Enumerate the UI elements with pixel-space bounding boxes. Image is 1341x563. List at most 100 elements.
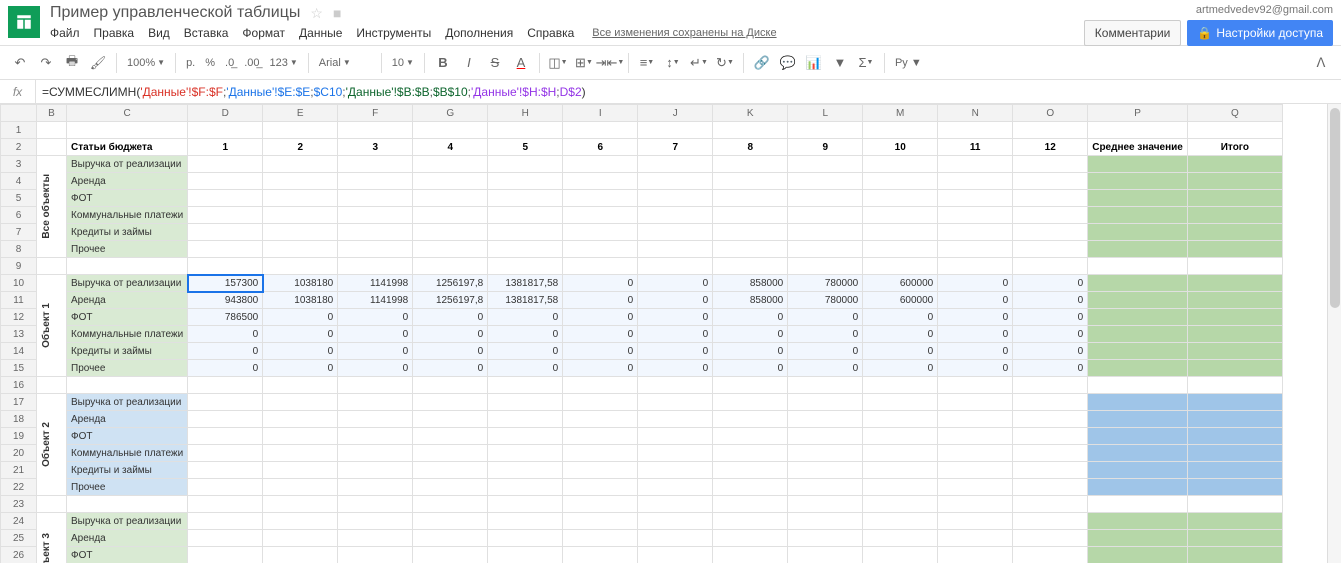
cell[interactable] xyxy=(338,207,413,224)
row-header[interactable]: 11 xyxy=(1,292,37,309)
cell[interactable] xyxy=(1013,479,1088,496)
cell[interactable]: Среднее значение xyxy=(1088,139,1188,156)
cell[interactable]: Выручка от реализации xyxy=(67,394,188,411)
cell[interactable]: 0 xyxy=(413,343,488,360)
cell[interactable]: ФОТ xyxy=(67,428,188,445)
cell[interactable] xyxy=(638,496,713,513)
wrap-button[interactable]: ↵▼ xyxy=(687,51,711,75)
cell[interactable] xyxy=(713,241,788,258)
undo-button[interactable]: ↶ xyxy=(8,51,32,75)
cell[interactable] xyxy=(1088,241,1188,258)
column-header[interactable]: O xyxy=(1013,105,1088,122)
row-header[interactable]: 26 xyxy=(1,547,37,563)
cell[interactable]: 0 xyxy=(788,326,863,343)
cell[interactable] xyxy=(938,530,1013,547)
cell[interactable] xyxy=(638,411,713,428)
cell[interactable] xyxy=(788,428,863,445)
menu-insert[interactable]: Вставка xyxy=(184,26,229,40)
cell[interactable] xyxy=(1088,479,1188,496)
cell[interactable] xyxy=(863,428,938,445)
cell[interactable] xyxy=(338,190,413,207)
cell[interactable] xyxy=(1187,241,1282,258)
cell[interactable] xyxy=(863,394,938,411)
column-header[interactable]: E xyxy=(263,105,338,122)
cell[interactable]: 600000 xyxy=(863,275,938,292)
cell[interactable] xyxy=(938,258,1013,275)
cell[interactable]: ФОТ xyxy=(67,547,188,563)
cell[interactable] xyxy=(1013,530,1088,547)
menu-tools[interactable]: Инструменты xyxy=(356,26,431,40)
cell[interactable] xyxy=(1187,530,1282,547)
cell[interactable]: 0 xyxy=(938,343,1013,360)
cell[interactable] xyxy=(563,462,638,479)
cell[interactable] xyxy=(1088,496,1188,513)
vertical-scrollbar[interactable] xyxy=(1327,104,1341,563)
cell[interactable] xyxy=(1088,190,1188,207)
cell[interactable] xyxy=(563,377,638,394)
cell[interactable] xyxy=(488,190,563,207)
cell[interactable]: 0 xyxy=(563,326,638,343)
column-header[interactable]: C xyxy=(67,105,188,122)
cell[interactable] xyxy=(413,156,488,173)
cell[interactable]: Аренда xyxy=(67,530,188,547)
cell[interactable]: 0 xyxy=(188,326,263,343)
cell[interactable]: 0 xyxy=(563,292,638,309)
cell[interactable]: 0 xyxy=(563,275,638,292)
cell[interactable]: 0 xyxy=(863,343,938,360)
cell[interactable] xyxy=(413,547,488,563)
cell[interactable] xyxy=(1088,411,1188,428)
cell[interactable] xyxy=(1088,428,1188,445)
cell[interactable] xyxy=(563,428,638,445)
cell[interactable] xyxy=(1088,224,1188,241)
cell[interactable] xyxy=(938,496,1013,513)
cell[interactable] xyxy=(638,258,713,275)
cell[interactable]: 0 xyxy=(713,360,788,377)
cell[interactable]: Выручка от реализации xyxy=(67,513,188,530)
cell[interactable] xyxy=(713,547,788,563)
cell[interactable] xyxy=(638,224,713,241)
cell[interactable]: 0 xyxy=(863,360,938,377)
cell[interactable] xyxy=(413,411,488,428)
cell[interactable] xyxy=(713,173,788,190)
cell[interactable] xyxy=(1088,156,1188,173)
cell[interactable] xyxy=(713,190,788,207)
cell[interactable]: 1038180 xyxy=(263,292,338,309)
cell[interactable]: 2 xyxy=(263,139,338,156)
cell[interactable] xyxy=(413,496,488,513)
cell[interactable] xyxy=(863,122,938,139)
cell[interactable] xyxy=(788,462,863,479)
column-header[interactable]: Q xyxy=(1187,105,1282,122)
rotate-button[interactable]: ↻▼ xyxy=(713,51,737,75)
cell[interactable]: 0 xyxy=(338,343,413,360)
cell[interactable] xyxy=(713,530,788,547)
menu-addons[interactable]: Дополнения xyxy=(445,26,513,40)
cell[interactable] xyxy=(1088,360,1188,377)
cell[interactable] xyxy=(788,156,863,173)
cell[interactable] xyxy=(338,496,413,513)
cell[interactable] xyxy=(638,207,713,224)
cell[interactable]: 0 xyxy=(1013,309,1088,326)
row-header[interactable]: 9 xyxy=(1,258,37,275)
row-header[interactable]: 17 xyxy=(1,394,37,411)
cell[interactable] xyxy=(67,377,188,394)
cell[interactable] xyxy=(563,241,638,258)
cell[interactable] xyxy=(263,122,338,139)
row-header[interactable]: 25 xyxy=(1,530,37,547)
cell[interactable] xyxy=(1088,292,1188,309)
cell[interactable] xyxy=(67,258,188,275)
row-header[interactable]: 24 xyxy=(1,513,37,530)
cell[interactable]: Кредиты и займы xyxy=(67,224,188,241)
decrease-decimal-button[interactable]: .0̲ xyxy=(221,57,238,69)
cell[interactable] xyxy=(1187,343,1282,360)
cell[interactable] xyxy=(1187,394,1282,411)
cell[interactable]: ФОТ xyxy=(67,190,188,207)
cell[interactable] xyxy=(338,156,413,173)
cell[interactable] xyxy=(788,207,863,224)
strikethrough-button[interactable]: S xyxy=(483,51,507,75)
cell[interactable] xyxy=(938,411,1013,428)
cell[interactable] xyxy=(863,241,938,258)
row-header[interactable]: 12 xyxy=(1,309,37,326)
cell[interactable]: 0 xyxy=(638,275,713,292)
cell[interactable] xyxy=(563,394,638,411)
cell[interactable] xyxy=(413,241,488,258)
